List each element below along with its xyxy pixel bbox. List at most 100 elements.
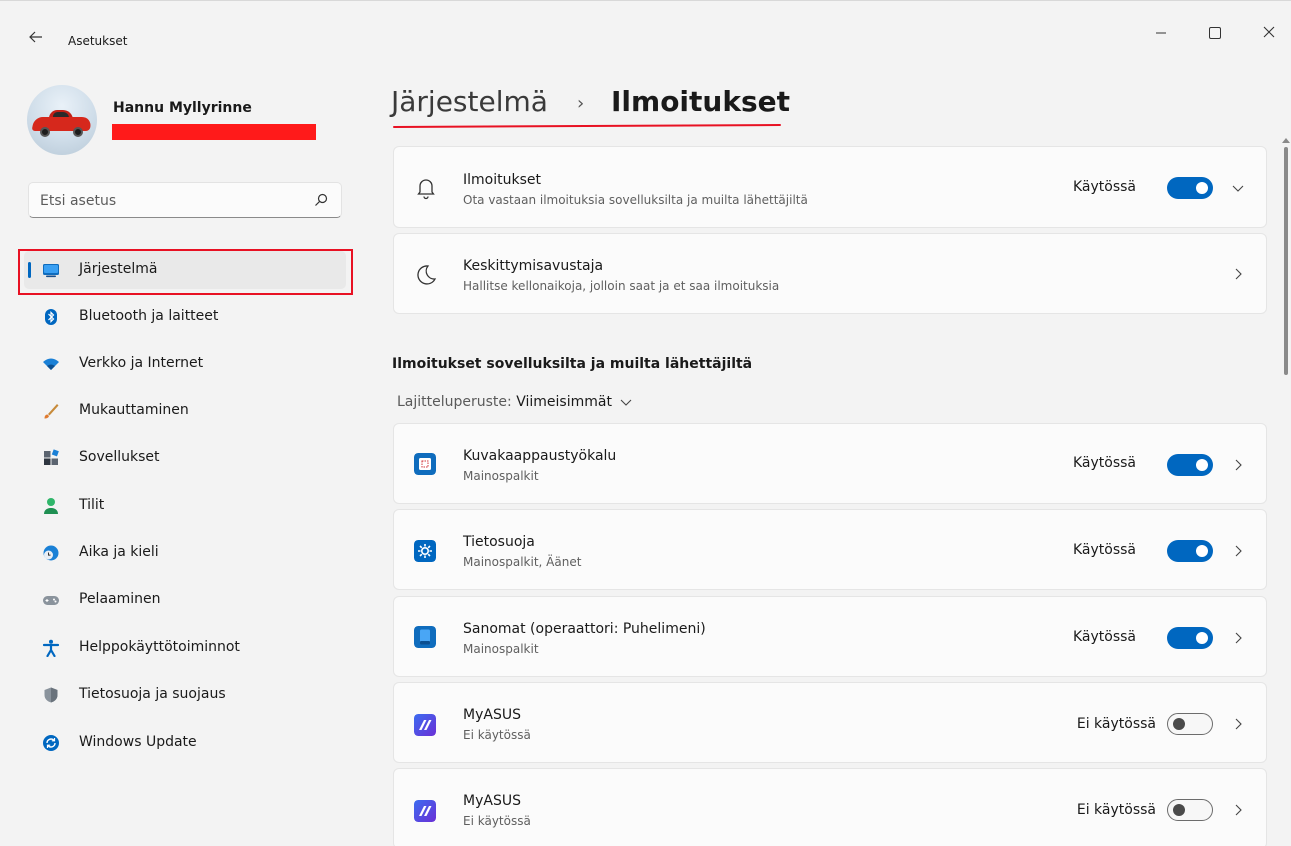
privacy-gear-icon <box>414 540 436 562</box>
search-icon <box>315 193 328 206</box>
search-input[interactable]: Etsi asetus <box>28 182 342 218</box>
chevron-down-icon <box>621 399 632 406</box>
app-detail: Ei käytössä <box>463 814 531 828</box>
bluetooth-icon <box>45 309 57 325</box>
app-toggle[interactable] <box>1167 540 1213 562</box>
chevron-right-icon[interactable] <box>1230 716 1246 732</box>
arrow-left-icon <box>29 31 42 43</box>
breadcrumb-separator: › <box>577 93 585 114</box>
car-wheel <box>73 127 83 137</box>
annotation-highlight <box>18 249 353 295</box>
annotation-underline <box>392 123 782 129</box>
nav-label: Pelaaminen <box>79 591 161 607</box>
chevron-right-icon[interactable] <box>1230 266 1246 282</box>
app-notification-card[interactable]: Sanomat (operaattori: Puhelimeni) Mainos… <box>393 596 1267 677</box>
back-button[interactable] <box>22 23 50 51</box>
accessibility-icon <box>42 639 60 657</box>
shield-icon <box>44 687 58 703</box>
status-label: Ei käytössä <box>1076 716 1156 732</box>
myasus-icon <box>414 800 436 822</box>
notifications-toggle[interactable] <box>1167 177 1213 199</box>
toggle-knob <box>1196 182 1208 194</box>
setting-subtitle: Ota vastaan ilmoituksia sovelluksilta ja… <box>463 193 808 207</box>
app-detail: Ei käytössä <box>463 728 531 742</box>
chevron-right-icon[interactable] <box>1230 630 1246 646</box>
nav-item-windows-update[interactable]: Windows Update <box>24 724 346 762</box>
myasus-icon <box>414 714 436 736</box>
setting-title: Ilmoitukset <box>463 172 541 188</box>
settings-window: Asetukset Hannu Myllyrinne Etsi asetus J… <box>0 0 1291 846</box>
messages-icon <box>414 626 436 648</box>
app-notification-card[interactable]: MyASUS Ei käytössä Ei käytössä <box>393 682 1267 763</box>
gamepad-icon <box>43 596 59 605</box>
snipping-tool-icon <box>414 453 436 475</box>
toggle-knob <box>1173 718 1185 730</box>
nav-item-sovellukset[interactable]: Sovellukset <box>24 439 346 477</box>
maximize-icon <box>1209 26 1221 39</box>
breadcrumb-parent[interactable]: Järjestelmä <box>391 85 548 118</box>
toggle-knob <box>1173 804 1185 816</box>
app-name: Tietosuoja <box>463 534 535 550</box>
nav-label: Windows Update <box>79 734 197 750</box>
setting-subtitle: Hallitse kellonaikoja, jolloin saat ja e… <box>463 279 780 293</box>
user-name: Hannu Myllyrinne <box>113 100 252 116</box>
nav-item-verkko[interactable]: Verkko ja Internet <box>24 345 346 383</box>
status-label: Käytössä <box>1072 542 1136 558</box>
app-toggle[interactable] <box>1167 799 1213 821</box>
wifi-icon <box>43 358 59 370</box>
chevron-right-icon[interactable] <box>1230 543 1246 559</box>
status-label: Käytössä <box>1072 629 1136 645</box>
app-detail: Mainospalkit, Äänet <box>463 555 582 569</box>
app-toggle[interactable] <box>1167 713 1213 735</box>
minimize-button[interactable] <box>1138 17 1184 47</box>
status-label: Käytössä <box>1072 179 1136 195</box>
nav-item-helppokaytto[interactable]: Helppokäyttötoiminnot <box>24 629 346 667</box>
redacted-email <box>112 124 316 140</box>
focus-assist-card[interactable]: Keskittymisavustaja Hallitse kellonaikoj… <box>393 233 1267 314</box>
toggle-knob <box>1196 459 1208 471</box>
status-label: Käytössä <box>1072 455 1136 471</box>
nav-label: Helppokäyttötoiminnot <box>79 639 240 655</box>
app-name: MyASUS <box>463 793 521 809</box>
app-toggle[interactable] <box>1167 627 1213 649</box>
scroll-up-arrow[interactable] <box>1282 138 1290 143</box>
maximize-button[interactable] <box>1192 17 1238 47</box>
chevron-down-icon[interactable] <box>1230 180 1246 196</box>
account-icon <box>44 498 58 514</box>
app-notification-card[interactable]: Kuvakaappaustyökalu Mainospalkit Käytöss… <box>393 423 1267 504</box>
chevron-right-icon[interactable] <box>1230 802 1246 818</box>
app-name: MyASUS <box>463 707 521 723</box>
nav-label: Mukauttaminen <box>79 402 189 418</box>
title-bar: Asetukset <box>0 1 1291 48</box>
app-notification-card[interactable]: Tietosuoja Mainospalkit, Äänet Käytössä <box>393 509 1267 590</box>
car-wheel <box>40 127 50 137</box>
apps-icon <box>44 449 59 465</box>
nav-item-aika[interactable]: Aika ja kieli <box>24 534 346 572</box>
sort-dropdown[interactable]: Lajitteluperuste: Viimeisimmät <box>397 394 633 410</box>
chevron-right-icon[interactable] <box>1230 457 1246 473</box>
app-detail: Mainospalkit <box>463 469 539 483</box>
app-toggle[interactable] <box>1167 454 1213 476</box>
toggle-knob <box>1196 545 1208 557</box>
nav-item-pelaaminen[interactable]: Pelaaminen <box>24 581 346 619</box>
scrollbar-thumb[interactable] <box>1284 147 1288 375</box>
setting-title: Keskittymisavustaja <box>463 258 604 274</box>
nav-label: Verkko ja Internet <box>79 355 204 371</box>
close-button[interactable] <box>1246 17 1291 47</box>
bell-icon <box>417 179 435 200</box>
app-title: Asetukset <box>68 34 128 48</box>
page-title: Ilmoitukset <box>611 85 791 118</box>
minimize-icon <box>1156 32 1166 33</box>
nav-item-bluetooth[interactable]: Bluetooth ja laitteet <box>24 298 346 336</box>
nav-item-tilit[interactable]: Tilit <box>24 487 346 525</box>
section-heading: Ilmoitukset sovelluksilta ja muilta lähe… <box>392 356 753 372</box>
app-notification-card[interactable]: MyASUS Ei käytössä Ei käytössä <box>393 768 1267 846</box>
nav-item-tietosuoja[interactable]: Tietosuoja ja suojaus <box>24 676 346 714</box>
sort-label: Lajitteluperuste: <box>397 394 512 410</box>
notifications-setting-card[interactable]: Ilmoitukset Ota vastaan ilmoituksia sove… <box>393 146 1267 228</box>
globe-clock-icon <box>43 545 59 561</box>
nav-label: Tilit <box>79 497 105 513</box>
app-name: Kuvakaappaustyökalu <box>463 448 617 464</box>
nav-item-mukauttaminen[interactable]: Mukauttaminen <box>24 392 346 430</box>
avatar[interactable] <box>27 85 97 155</box>
